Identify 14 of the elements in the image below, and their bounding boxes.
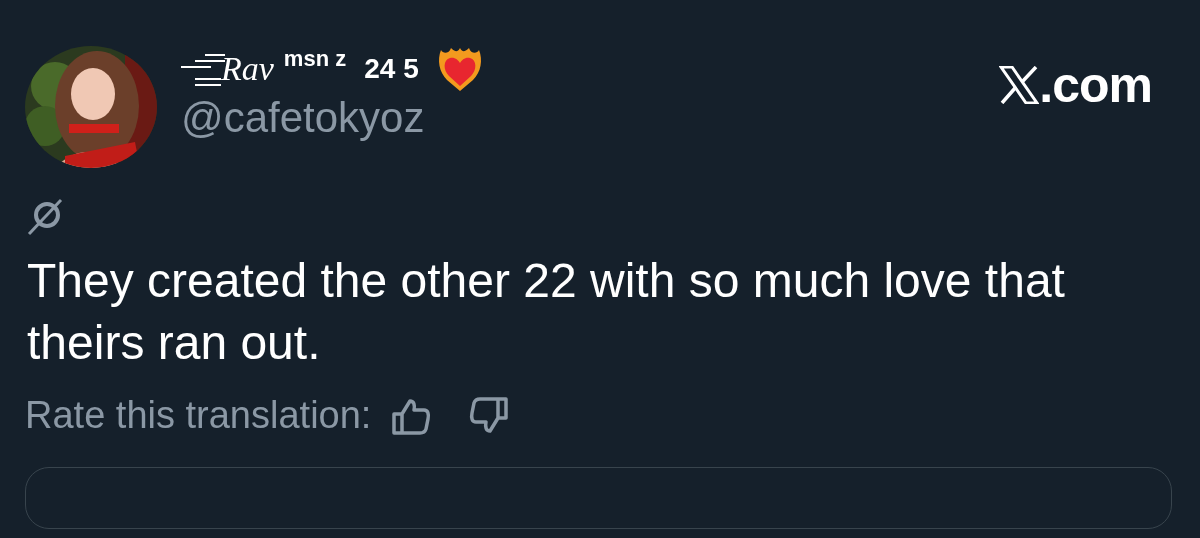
name-badge-text: msn z [283,46,347,72]
rate-translation-label: Rate this translation: [25,394,372,437]
tweet-text: They created the other 22 with so much love that theirs ran out. [27,253,1066,371]
translate-icon [25,198,65,236]
display-name: Rav [221,50,274,88]
name-number: 24 5 [364,53,419,85]
thumbs-up-button[interactable] [391,396,432,435]
thumbs-down-icon [469,396,510,435]
x-logo-icon [999,66,1040,104]
site-label: .com [1039,56,1152,114]
thumbs-down-button[interactable] [469,396,510,435]
thumbs-up-icon [391,396,432,435]
user-handle: @cafetokyoz [181,94,426,142]
flaming-heart-icon [436,46,483,92]
